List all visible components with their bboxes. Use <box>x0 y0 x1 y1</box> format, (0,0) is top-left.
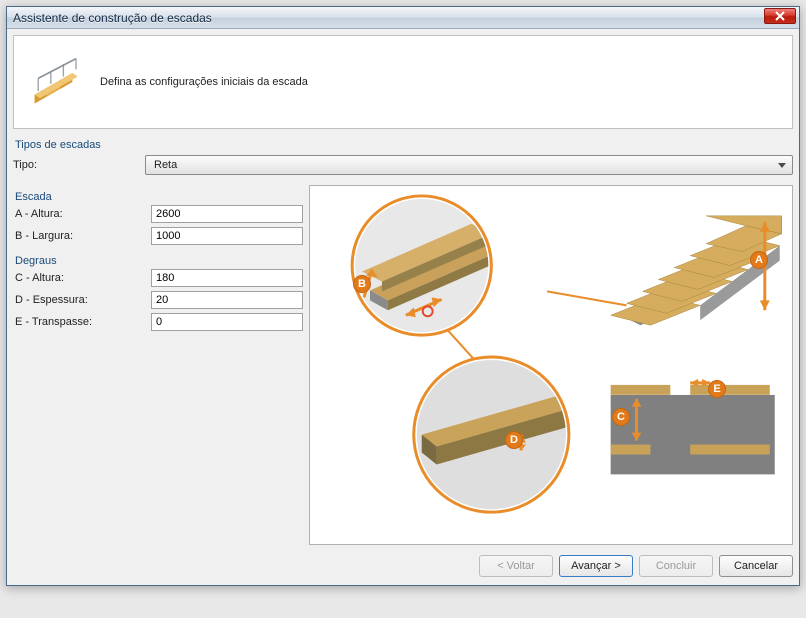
thickness-d-label: D - Espessura: <box>13 294 151 306</box>
close-button[interactable] <box>764 8 796 24</box>
main-area: Escada A - Altura: B - Largura: Degraus … <box>13 185 793 545</box>
type-label: Tipo: <box>13 159 133 171</box>
field-row: A - Altura: <box>13 205 303 223</box>
title-bar: Assistente de construção de escadas <box>7 7 799 29</box>
badge-a-icon: A <box>750 251 768 269</box>
escada-section-label: Escada <box>15 191 303 203</box>
field-row: C - Altura: <box>13 269 303 287</box>
cancel-button[interactable]: Cancelar <box>719 555 793 577</box>
badge-c-icon: C <box>612 408 630 426</box>
overlap-e-input[interactable] <box>151 313 303 331</box>
preview-panel: B A D C E <box>309 185 793 545</box>
step-height-c-label: C - Altura: <box>13 272 151 284</box>
width-b-input[interactable] <box>151 227 303 245</box>
height-a-input[interactable] <box>151 205 303 223</box>
badge-e-icon: E <box>708 380 726 398</box>
badge-d-icon: D <box>505 431 523 449</box>
type-dropdown[interactable]: Reta <box>145 155 793 175</box>
next-button[interactable]: Avançar > <box>559 555 633 577</box>
field-row: E - Transpasse: <box>13 313 303 331</box>
height-a-label: A - Altura: <box>13 208 151 220</box>
wizard-window: Assistente de construção de escadas <box>6 6 800 586</box>
close-icon <box>774 10 786 22</box>
header-message: Defina as configurações iniciais da esca… <box>100 76 308 88</box>
wizard-button-row: < Voltar Avançar > Concluir Cancelar <box>13 555 793 577</box>
content-area: Defina as configurações iniciais da esca… <box>7 29 799 585</box>
stair-types-group-label: Tipos de escadas <box>15 139 793 151</box>
stair-thumb-icon <box>28 52 88 112</box>
thickness-d-input[interactable] <box>151 291 303 309</box>
width-b-label: B - Largura: <box>13 230 151 242</box>
preview-illustration <box>310 186 792 544</box>
header-card: Defina as configurações iniciais da esca… <box>13 35 793 129</box>
left-column: Escada A - Altura: B - Largura: Degraus … <box>13 185 303 545</box>
chevron-down-icon <box>778 163 786 168</box>
overlap-e-label: E - Transpasse: <box>13 316 151 328</box>
field-row: B - Largura: <box>13 227 303 245</box>
badge-b-icon: B <box>353 275 371 293</box>
back-button[interactable]: < Voltar <box>479 555 553 577</box>
degraus-section-label: Degraus <box>15 255 303 267</box>
field-row: D - Espessura: <box>13 291 303 309</box>
type-row: Tipo: Reta <box>13 155 793 175</box>
step-height-c-input[interactable] <box>151 269 303 287</box>
window-title: Assistente de construção de escadas <box>13 11 212 25</box>
finish-button[interactable]: Concluir <box>639 555 713 577</box>
type-selected-value: Reta <box>154 159 177 171</box>
